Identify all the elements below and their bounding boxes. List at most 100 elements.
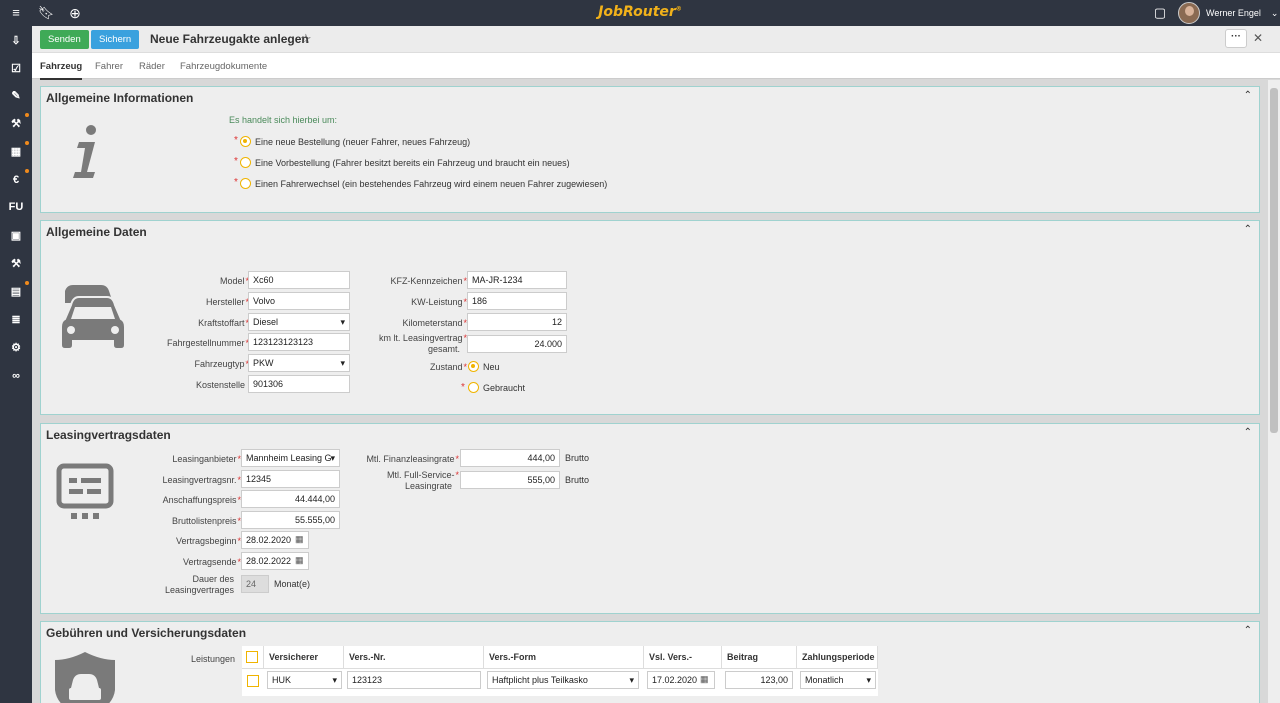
required-marker: * xyxy=(234,135,238,146)
document-edit-icon[interactable]: ✎ xyxy=(8,88,24,104)
tab-bar: Fahrzeug Fahrer Räder Fahrzeugdokumente xyxy=(32,53,1280,80)
radio-driver-change[interactable] xyxy=(240,178,251,189)
collapse-icon[interactable]: ⌃ xyxy=(1244,90,1252,101)
field-label: km lt. Leasingvertrag* gesamt. xyxy=(378,333,467,354)
toolbar: Senden Sichern Neue Fahrzeugakte anlegen… xyxy=(32,26,1280,53)
table-icon[interactable]: ▦ xyxy=(8,144,24,160)
check-box-icon[interactable]: ☑ xyxy=(8,61,24,77)
premium-input[interactable]: 123,00 xyxy=(725,671,793,689)
car-icon xyxy=(60,285,126,350)
euro-icon[interactable]: € xyxy=(8,172,24,188)
close-icon[interactable]: ✕ xyxy=(1253,31,1263,45)
table-header: Versicherer xyxy=(264,646,344,668)
field-label: Leistungen xyxy=(190,654,235,664)
field-label: Model* xyxy=(219,276,249,286)
field-label: Vertragsbeginn* xyxy=(175,536,241,546)
user-menu[interactable]: Werner Engel ⌄ xyxy=(1178,2,1278,24)
table-header: Vers.-Form xyxy=(484,646,644,668)
tab-fahrzeug[interactable]: Fahrzeug xyxy=(40,61,83,80)
send-button[interactable]: Senden xyxy=(40,30,89,49)
lessor-select[interactable]: Mannheim Leasing G xyxy=(241,449,340,467)
fu-icon[interactable]: FU xyxy=(8,199,24,215)
kw-input[interactable]: 186 xyxy=(467,292,567,310)
contract-number-input[interactable]: 12345 xyxy=(241,470,340,488)
contact-card-icon[interactable]: ▣ xyxy=(8,228,24,244)
finance-rate-input[interactable]: 444,00 xyxy=(460,449,560,467)
gross-list-price-input[interactable]: 55.555,00 xyxy=(241,511,340,529)
list-icon[interactable]: ≣ xyxy=(8,312,24,328)
radio-condition-new[interactable] xyxy=(468,361,479,372)
brand-logo: JobRouter® xyxy=(598,4,682,20)
field-label: Fahrgestellnummer* xyxy=(166,338,249,348)
hammer-icon[interactable]: ⚒ xyxy=(8,256,24,272)
policy-number-input[interactable]: 123123 xyxy=(347,671,481,689)
inbox-download-icon[interactable]: ⇩ xyxy=(8,33,24,49)
required-marker: * xyxy=(461,382,465,393)
user-name: Werner Engel xyxy=(1206,8,1261,18)
more-button[interactable]: ··· xyxy=(1225,29,1247,48)
row-checkbox[interactable] xyxy=(247,675,259,687)
model-input[interactable]: Xc60 xyxy=(248,271,350,289)
payment-period-select[interactable]: Monatlich xyxy=(800,671,876,689)
field-label: Leasingvertragsnr.* xyxy=(162,475,241,485)
insurer-select[interactable]: HUK xyxy=(267,671,342,689)
cost-center-input[interactable]: 901306 xyxy=(248,375,350,393)
select-all-checkbox[interactable] xyxy=(246,651,258,663)
clipboard-icon[interactable]: ▤ xyxy=(8,284,24,300)
calendar-icon[interactable]: ▦ xyxy=(295,555,304,566)
hammer-icon[interactable]: ⚒ xyxy=(8,116,24,132)
tab-raeder[interactable]: Räder xyxy=(139,61,165,72)
clipboard-icon[interactable]: ▢ xyxy=(1151,5,1169,21)
calendar-icon[interactable]: ▦ xyxy=(295,534,304,545)
insurance-shield-icon xyxy=(55,652,115,703)
required-marker: * xyxy=(234,177,238,188)
manufacturer-input[interactable]: Volvo xyxy=(248,292,350,310)
leasing-km-input[interactable]: 24.000 xyxy=(467,335,567,353)
wrench-icon[interactable]: ⚙ xyxy=(8,340,24,356)
field-label: Kraftstoffart* xyxy=(198,318,249,328)
service-rate-input[interactable]: 555,00 xyxy=(460,471,560,489)
link-icon[interactable]: ∞ xyxy=(8,368,24,384)
panel-allgemeine-informationen: Allgemeine Informationen ⌃ Es handelt si… xyxy=(40,86,1260,213)
license-plate-input[interactable]: MA-JR-1234 xyxy=(467,271,567,289)
notification-badge xyxy=(25,141,29,145)
radio-label: Gebraucht xyxy=(483,383,526,393)
top-bar: ≡ 🔖︎ ⊕ JobRouter® ▢ Werner Engel ⌄ xyxy=(0,0,1280,26)
field-label: Mtl. Full-Service-* Leasingrate xyxy=(386,470,459,491)
form-content: Allgemeine Informationen ⌃ Es handelt si… xyxy=(32,80,1268,703)
section-title: Leasingvertragsdaten xyxy=(46,428,171,442)
radio-label: Eine Vorbestellung (Fahrer besitzt berei… xyxy=(255,158,570,168)
duration-unit: Monat(e) xyxy=(274,579,311,589)
field-label: KFZ-Kennzeichen* xyxy=(390,276,467,286)
tab-fahrer[interactable]: Fahrer xyxy=(95,61,123,72)
radio-new-order[interactable] xyxy=(240,136,251,147)
info-icon xyxy=(73,125,96,178)
insurance-table: Versicherer Vers.-Nr. Vers.-Form Vsl. Ve… xyxy=(242,646,878,696)
table-header: Vsl. Vers.-Beginn xyxy=(644,646,722,684)
collapse-icon[interactable]: ⌃ xyxy=(1244,625,1252,636)
tab-fahrzeugdokumente[interactable]: Fahrzeugdokumente xyxy=(180,61,267,72)
scrollbar-thumb[interactable] xyxy=(1270,88,1278,433)
save-button[interactable]: Sichern xyxy=(91,30,140,49)
calendar-icon[interactable]: ▦ xyxy=(700,674,709,685)
field-label: Bruttolistenpreis* xyxy=(171,516,241,526)
field-label: KW-Leistung* xyxy=(411,297,467,307)
fuel-select[interactable]: Diesel xyxy=(248,313,350,331)
radio-condition-used[interactable] xyxy=(468,382,479,393)
contract-icon xyxy=(56,463,114,519)
purchase-price-input[interactable]: 44.444,00 xyxy=(241,490,340,508)
collapse-icon[interactable]: ⌃ xyxy=(1244,427,1252,438)
star-icon[interactable]: ☆ xyxy=(300,31,312,47)
field-label: Fahrzeugtyp* xyxy=(194,359,249,369)
radio-label: Neu xyxy=(483,362,500,372)
mileage-input[interactable]: 12 xyxy=(467,313,567,331)
field-label: Anschaffungspreis* xyxy=(162,495,241,505)
service-rate-unit: Brutto xyxy=(565,475,590,485)
chassis-number-input[interactable]: 123123123123 xyxy=(248,333,350,351)
question-label: Es handelt sich hierbei um: xyxy=(229,115,338,125)
vehicle-type-select[interactable]: PKW xyxy=(248,354,350,372)
collapse-icon[interactable]: ⌃ xyxy=(1244,224,1252,235)
field-label: Vertragsende* xyxy=(182,557,241,567)
radio-pre-order[interactable] xyxy=(240,157,251,168)
insurance-type-select[interactable]: Haftplicht plus Teilkasko xyxy=(487,671,639,689)
